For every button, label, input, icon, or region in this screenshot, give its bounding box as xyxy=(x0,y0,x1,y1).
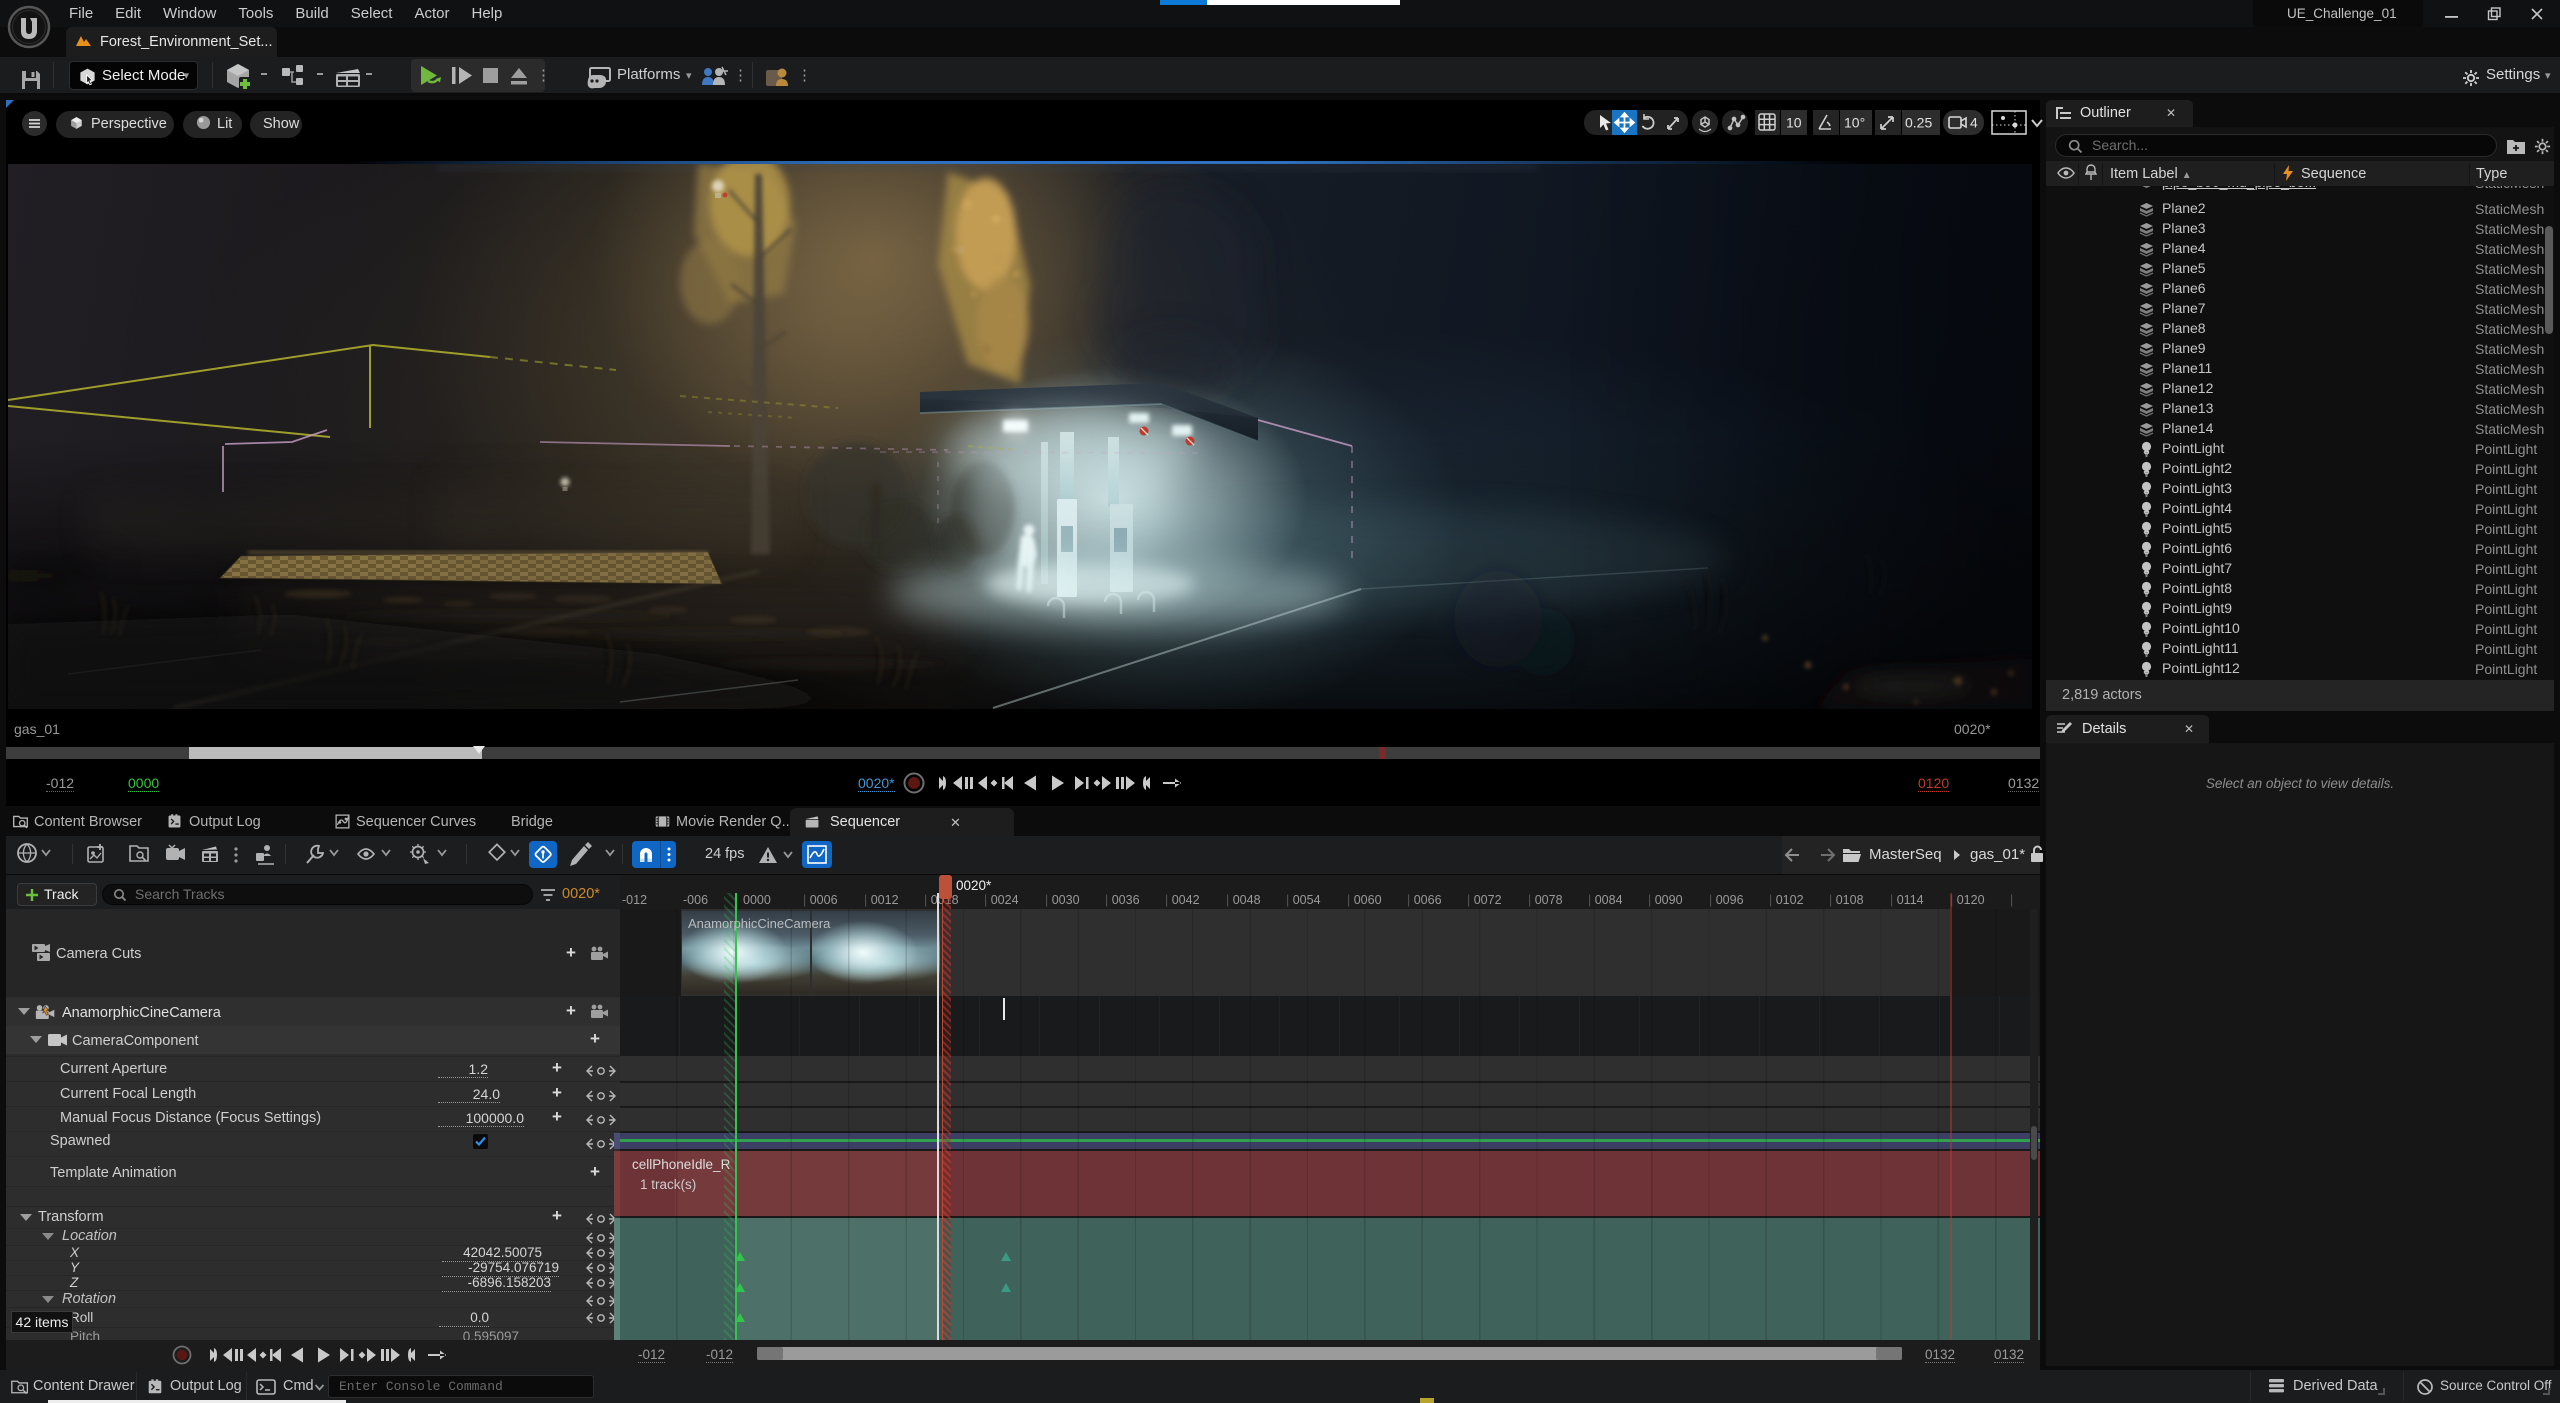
svg-text:0.25: 0.25 xyxy=(1905,115,1932,131)
svg-text:10: 10 xyxy=(1786,115,1802,131)
svg-text:4: 4 xyxy=(1970,115,1978,131)
svg-text:10°: 10° xyxy=(1844,115,1865,131)
